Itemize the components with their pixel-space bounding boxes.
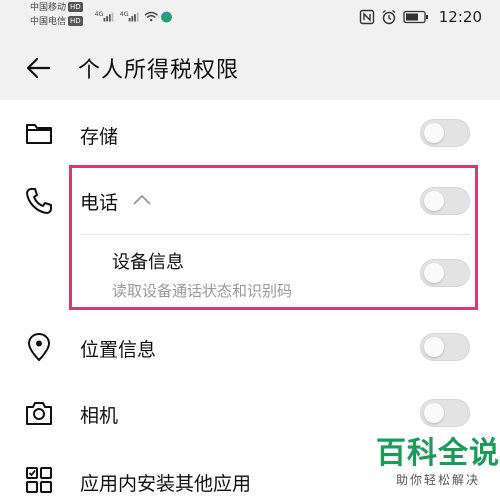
highlight-box bbox=[69, 165, 478, 310]
signal-icon bbox=[103, 12, 114, 22]
carrier-1-label: 中国移动 bbox=[30, 3, 67, 13]
title-bar: 个人所得税权限 bbox=[0, 36, 500, 100]
nfc-icon bbox=[359, 9, 374, 25]
carrier-2: 中国电信 HD bbox=[30, 16, 83, 28]
watermark-title: 百科全说 bbox=[376, 436, 500, 471]
folder-icon bbox=[26, 124, 52, 144]
location-pin-icon bbox=[28, 333, 50, 361]
location-toggle[interactable] bbox=[420, 333, 470, 361]
page-title: 个人所得税权限 bbox=[78, 58, 240, 83]
carrier-1: 中国移动 HD bbox=[30, 2, 83, 14]
toggle-knob bbox=[424, 123, 444, 143]
location-label: 位置信息 bbox=[80, 339, 157, 361]
hd-badge-1: HD bbox=[68, 2, 83, 12]
toggle-knob bbox=[424, 403, 444, 423]
camera-toggle[interactable] bbox=[420, 399, 470, 427]
status-time: 12:20 bbox=[438, 8, 482, 26]
status-right: 12:20 bbox=[359, 7, 482, 27]
alarm-icon bbox=[382, 9, 396, 25]
watermark: 百科全说 助你轻松解决 bbox=[376, 437, 500, 488]
storage-label: 存储 bbox=[80, 126, 119, 148]
storage-toggle[interactable] bbox=[420, 119, 470, 147]
app-grid-icon bbox=[26, 467, 52, 493]
app-notification-icon bbox=[161, 11, 172, 23]
phone-icon bbox=[26, 188, 52, 214]
signal-icons: 4G 4G bbox=[95, 11, 172, 23]
install-apps-label: 应用内安装其他应用 bbox=[80, 473, 252, 495]
wifi-icon bbox=[144, 11, 158, 22]
toggle-knob bbox=[424, 337, 444, 357]
battery-icon bbox=[403, 10, 428, 24]
watermark-subtitle: 助你轻松解决 bbox=[395, 473, 480, 487]
camera-label: 相机 bbox=[80, 405, 119, 427]
carrier-2-label: 中国电信 bbox=[30, 17, 67, 27]
status-bar: 中国移动 HD 中国电信 HD 4G 4G 12:20 bbox=[0, 0, 500, 36]
signal-2-tag: 4G bbox=[120, 11, 129, 18]
hd-badge-2: HD bbox=[68, 16, 83, 26]
camera-icon bbox=[26, 402, 52, 425]
signal-1-tag: 4G bbox=[95, 11, 104, 18]
back-arrow-icon[interactable] bbox=[24, 54, 52, 82]
signal-icon bbox=[128, 12, 139, 22]
